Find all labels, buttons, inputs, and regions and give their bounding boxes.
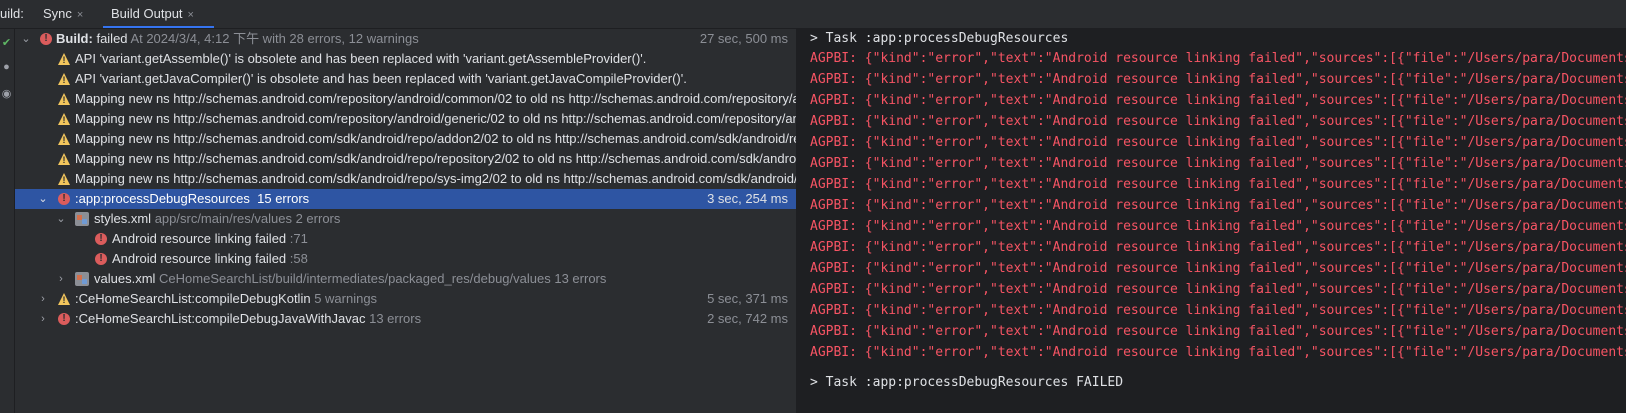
tree-row-file-values[interactable]: › values.xml CeHomeSearchList/build/inte… (15, 269, 796, 289)
eye-icon[interactable]: ◉ (0, 87, 13, 101)
warning-message: Mapping new ns http://schemas.android.co… (75, 91, 796, 106)
warning-message: Mapping new ns http://schemas.android.co… (75, 151, 796, 166)
file-error-count: 2 errors (295, 211, 341, 226)
file-name: values.xml (94, 271, 156, 286)
chevron-right-icon[interactable]: › (37, 309, 49, 329)
console-error-line: AGPBI: {"kind":"error","text":"Android r… (810, 261, 1626, 276)
warning-message: API 'variant.getAssemble()' is obsolete … (75, 51, 647, 66)
xml-file-icon (75, 212, 89, 226)
tab-build-output[interactable]: Build Output × (103, 0, 214, 28)
tree-row-task-compile-javac[interactable]: › ! :CeHomeSearchList:compileDebugJavaWi… (15, 309, 796, 329)
file-name: styles.xml (94, 211, 152, 226)
console-error-line: AGPBI: {"kind":"error","text":"Android r… (810, 282, 1626, 297)
warning-icon: ! (58, 73, 70, 85)
build-detail: At 2024/3/4, 4:12 下午 with 28 errors, 12 … (130, 31, 419, 46)
tree-row-task-process-debug-resources[interactable]: ⌄ ! :app:processDebugResources 15 errors… (15, 189, 796, 209)
error-icon: ! (58, 193, 70, 205)
console-task-line: > Task :app:processDebugResources (810, 31, 1069, 46)
file-path: app/src/main/res/values (154, 211, 292, 226)
console-error-line: AGPBI: {"kind":"error","text":"Android r… (810, 198, 1626, 213)
task-duration: 2 sec, 742 ms (707, 311, 788, 326)
error-line: :71 (289, 231, 308, 246)
build-duration: 27 sec, 500 ms (699, 31, 788, 46)
warning-icon: ! (58, 113, 70, 125)
console-error-line: AGPBI: {"kind":"error","text":"Android r… (810, 345, 1626, 360)
chevron-down-icon[interactable]: ⌄ (20, 29, 32, 49)
console-error-line: AGPBI: {"kind":"error","text":"Android r… (810, 156, 1626, 171)
warning-message: Mapping new ns http://schemas.android.co… (75, 131, 796, 146)
tree-row-warning[interactable]: ! API 'variant.getAssemble()' is obsolet… (15, 49, 796, 69)
tree-row-file-styles[interactable]: ⌄ styles.xml app/src/main/res/values 2 e… (15, 209, 796, 229)
console-error-line: AGPBI: {"kind":"error","text":"Android r… (810, 114, 1626, 129)
task-error-count: 15 errors (257, 191, 310, 206)
build-console-output[interactable]: > Task :app:processDebugResources AGPBI:… (797, 29, 1626, 413)
chevron-right-icon[interactable]: › (55, 269, 67, 289)
tree-row-warning[interactable]: ! Mapping new ns http://schemas.android.… (15, 129, 796, 149)
tree-row-warning[interactable]: ! Mapping new ns http://schemas.android.… (15, 169, 796, 189)
warning-icon: ! (58, 153, 70, 165)
task-label: :CeHomeSearchList:compileDebugKotlin (75, 291, 311, 306)
console-error-line: AGPBI: {"kind":"error","text":"Android r… (810, 93, 1626, 108)
error-line: :58 (289, 251, 308, 266)
console-error-line: AGPBI: {"kind":"error","text":"Android r… (810, 219, 1626, 234)
error-icon: ! (95, 253, 107, 265)
xml-file-icon (75, 272, 89, 286)
rerun-icon[interactable]: ✔ (0, 36, 13, 50)
error-icon: ! (40, 33, 52, 45)
error-icon: ! (58, 313, 70, 325)
console-error-line: AGPBI: {"kind":"error","text":"Android r… (810, 324, 1626, 339)
warning-icon: ! (58, 293, 70, 305)
warning-message: Mapping new ns http://schemas.android.co… (75, 111, 796, 126)
tab-sync[interactable]: Sync × (43, 0, 89, 28)
tree-row-error[interactable]: ! Android resource linking failed :71 (15, 229, 796, 249)
task-duration: 5 sec, 371 ms (707, 291, 788, 306)
chevron-down-icon[interactable]: ⌄ (37, 189, 49, 209)
tree-row-warning[interactable]: ! Mapping new ns http://schemas.android.… (15, 89, 796, 109)
error-icon: ! (95, 233, 107, 245)
close-icon[interactable]: × (77, 9, 83, 21)
file-path: CeHomeSearchList/build/intermediates/pac… (159, 271, 551, 286)
error-message: Android resource linking failed (112, 231, 287, 246)
tab-build-output-label: Build Output (111, 6, 183, 21)
tab-sync-label: Sync (43, 6, 72, 21)
warning-icon: ! (58, 133, 70, 145)
console-failed-line: > Task :app:processDebugResources FAILED (810, 375, 1124, 390)
task-label: :app:processDebugResources (75, 191, 250, 206)
tree-row-task-compile-kotlin[interactable]: › ! :CeHomeSearchList:compileDebugKotlin… (15, 289, 796, 309)
error-message: Android resource linking failed (112, 251, 287, 266)
console-error-line: AGPBI: {"kind":"error","text":"Android r… (810, 240, 1626, 255)
console-error-line: AGPBI: {"kind":"error","text":"Android r… (810, 303, 1626, 318)
build-output-tree: ⌄ ! Build: failed At 2024/3/4, 4:12 下午 w… (15, 29, 796, 413)
task-duration: 3 sec, 254 ms (707, 191, 788, 206)
tree-row-error[interactable]: ! Android resource linking failed :58 (15, 249, 796, 269)
chevron-right-icon[interactable]: › (37, 289, 49, 309)
warning-message: API 'variant.getJavaCompiler()' is obsol… (75, 71, 687, 86)
warning-icon: ! (58, 93, 70, 105)
warning-icon: ! (58, 173, 70, 185)
build-side-toolbar: ✔ ● ◉ (0, 29, 15, 413)
warning-icon: ! (58, 53, 70, 65)
task-label: :CeHomeSearchList:compileDebugJavaWithJa… (75, 311, 366, 326)
console-error-line: AGPBI: {"kind":"error","text":"Android r… (810, 72, 1626, 87)
close-icon[interactable]: × (188, 9, 194, 21)
build-label: Build: (56, 31, 93, 46)
console-error-line: AGPBI: {"kind":"error","text":"Android r… (810, 177, 1626, 192)
console-error-line: AGPBI: {"kind":"error","text":"Android r… (810, 135, 1626, 150)
tree-row-warning[interactable]: ! Mapping new ns http://schemas.android.… (15, 149, 796, 169)
tree-row-warning[interactable]: ! API 'variant.getJavaCompiler()' is obs… (15, 69, 796, 89)
tree-row-build-root[interactable]: ⌄ ! Build: failed At 2024/3/4, 4:12 下午 w… (15, 29, 796, 49)
warning-message: Mapping new ns http://schemas.android.co… (75, 171, 796, 186)
console-error-line: AGPBI: {"kind":"error","text":"Android r… (810, 51, 1626, 66)
task-error-count: 13 errors (369, 311, 422, 326)
pin-icon[interactable]: ● (0, 60, 13, 74)
build-tool-window-header: uild: Sync × Build Output × (0, 0, 1626, 29)
chevron-down-icon[interactable]: ⌄ (55, 209, 67, 229)
tree-row-warning[interactable]: ! Mapping new ns http://schemas.android.… (15, 109, 796, 129)
file-error-count: 13 errors (554, 271, 607, 286)
tool-window-title: uild: (0, 6, 24, 21)
build-status: failed (96, 31, 128, 46)
task-warning-count: 5 warnings (314, 291, 378, 306)
